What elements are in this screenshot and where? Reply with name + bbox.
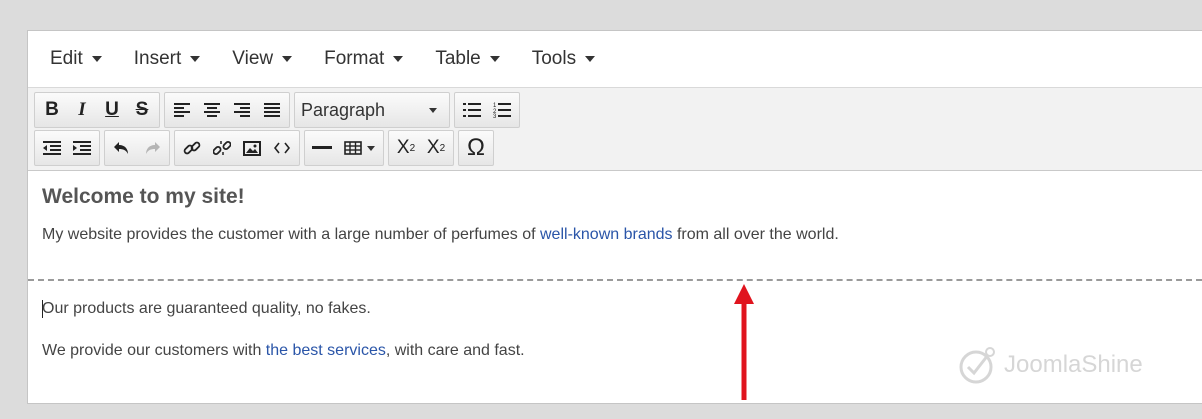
best-services-link[interactable]: the best services: [266, 342, 386, 359]
align-left-icon: [174, 103, 190, 117]
redo-icon: [146, 142, 160, 154]
menu-table[interactable]: Table: [435, 48, 500, 70]
undo-button[interactable]: [107, 132, 137, 164]
indent-group: [34, 130, 100, 166]
align-center-button[interactable]: [197, 94, 227, 126]
format-select[interactable]: Paragraph: [297, 94, 447, 126]
paragraph-2-text: Our products are guaranteed quality, no …: [42, 300, 371, 317]
menu-insert-label: Insert: [133, 48, 182, 69]
caret-down-icon: [585, 56, 596, 62]
menu-tools-label: Tools: [531, 48, 577, 69]
superscript-label: X: [426, 137, 440, 158]
numbered-list-button[interactable]: 123: [487, 94, 517, 126]
watermark-text: JoomlaShine: [1004, 351, 1143, 378]
paragraph-3-text-end: , with care and fast.: [385, 342, 525, 359]
redo-button[interactable]: [137, 132, 167, 164]
underline-button[interactable]: U: [97, 94, 127, 126]
menu-tools[interactable]: Tools: [531, 48, 596, 70]
unlink-button[interactable]: [207, 132, 237, 164]
subscript-button[interactable]: X2: [391, 132, 421, 164]
editor-menubar: Edit Insert View Format Table Tools: [28, 31, 1202, 88]
align-right-button[interactable]: [227, 94, 257, 126]
caret-down-icon: [190, 56, 201, 62]
text-style-group: B I U S: [34, 92, 160, 128]
content-paragraph-2: Our products are guaranteed quality, no …: [42, 299, 371, 319]
hr-table-group: [304, 130, 384, 166]
format-select-group: Paragraph: [294, 92, 450, 128]
italic-button[interactable]: I: [67, 94, 97, 126]
menu-table-label: Table: [435, 48, 481, 69]
joomlashine-logo-icon: [959, 347, 995, 384]
well-known-brands-link[interactable]: well-known brands: [540, 226, 673, 243]
alignment-group: [164, 92, 290, 128]
list-group: 123: [454, 92, 520, 128]
content-heading: Welcome to my site!: [42, 185, 245, 208]
horizontal-rule-icon: [312, 146, 332, 149]
align-left-button[interactable]: [167, 94, 197, 126]
svg-text:3: 3: [493, 114, 497, 118]
horizontal-rule-button[interactable]: [307, 132, 337, 164]
bullet-list-button[interactable]: [457, 94, 487, 126]
menu-format[interactable]: Format: [324, 48, 404, 70]
script-group: X2 X2: [388, 130, 454, 166]
numbered-list-icon: 123: [493, 103, 511, 118]
bullet-list-icon: [463, 103, 481, 117]
superscript-digit: 2: [439, 142, 446, 154]
special-character-button[interactable]: Ω: [461, 132, 491, 164]
menu-edit[interactable]: Edit: [50, 48, 102, 70]
paragraph-1-text: My website provides the customer with a …: [42, 226, 540, 243]
strikethrough-button[interactable]: S: [127, 94, 157, 126]
insert-image-button[interactable]: [237, 132, 267, 164]
paragraph-3-text: We provide our customers with: [42, 342, 266, 359]
format-select-value: Paragraph: [301, 99, 386, 120]
menu-format-label: Format: [324, 48, 385, 69]
menu-insert[interactable]: Insert: [134, 48, 201, 70]
bold-button[interactable]: B: [37, 94, 67, 126]
undo-icon: [114, 142, 128, 154]
source-code-button[interactable]: [267, 132, 297, 164]
align-center-icon: [204, 103, 220, 117]
caret-down-icon: [489, 56, 500, 62]
table-button[interactable]: [337, 132, 381, 164]
special-char-group: Ω: [458, 130, 494, 166]
indent-icon: [73, 141, 91, 155]
caret-down-icon: [282, 56, 293, 62]
page-break-divider: [28, 279, 1202, 281]
table-icon: [343, 141, 362, 155]
history-group: [104, 130, 170, 166]
code-icon: [274, 142, 290, 154]
menu-edit-label: Edit: [50, 48, 83, 69]
editor-toolbar: B I U S Paragraph 1 2 3 X 2 X 2 Ω: [28, 88, 1202, 171]
insert-link-button[interactable]: [177, 132, 207, 164]
content-paragraph-3: We provide our customers with the best s…: [42, 341, 525, 361]
outdent-icon: [43, 141, 61, 155]
superscript-button[interactable]: X2: [421, 132, 451, 164]
caret-down-icon: [366, 145, 375, 151]
toolbar-row-1: B I U S Paragraph 1 2 3: [34, 92, 1196, 128]
menu-view[interactable]: View: [232, 48, 293, 70]
align-justify-icon: [264, 103, 280, 117]
menu-view-label: View: [232, 48, 274, 69]
red-arrow-annotation: [734, 284, 754, 400]
toolbar-row-2: X2 X2 Ω: [34, 130, 1196, 166]
caret-down-icon: [429, 107, 437, 113]
indent-button[interactable]: [67, 132, 97, 164]
joomlashine-watermark: JoomlaShine: [958, 345, 1143, 385]
outdent-button[interactable]: [37, 132, 67, 164]
link-icon: [183, 141, 201, 155]
paragraph-1-text-end: from all over the world.: [672, 226, 839, 243]
align-justify-button[interactable]: [257, 94, 287, 126]
subscript-label: X: [396, 137, 410, 158]
align-right-icon: [234, 103, 250, 117]
content-paragraph-1: My website provides the customer with a …: [42, 225, 1188, 245]
unlink-icon: [213, 141, 231, 155]
subscript-digit: 2: [409, 142, 416, 154]
insert-group: [174, 130, 300, 166]
caret-down-icon: [393, 56, 404, 62]
caret-down-icon: [91, 56, 102, 62]
image-icon: [243, 140, 261, 156]
